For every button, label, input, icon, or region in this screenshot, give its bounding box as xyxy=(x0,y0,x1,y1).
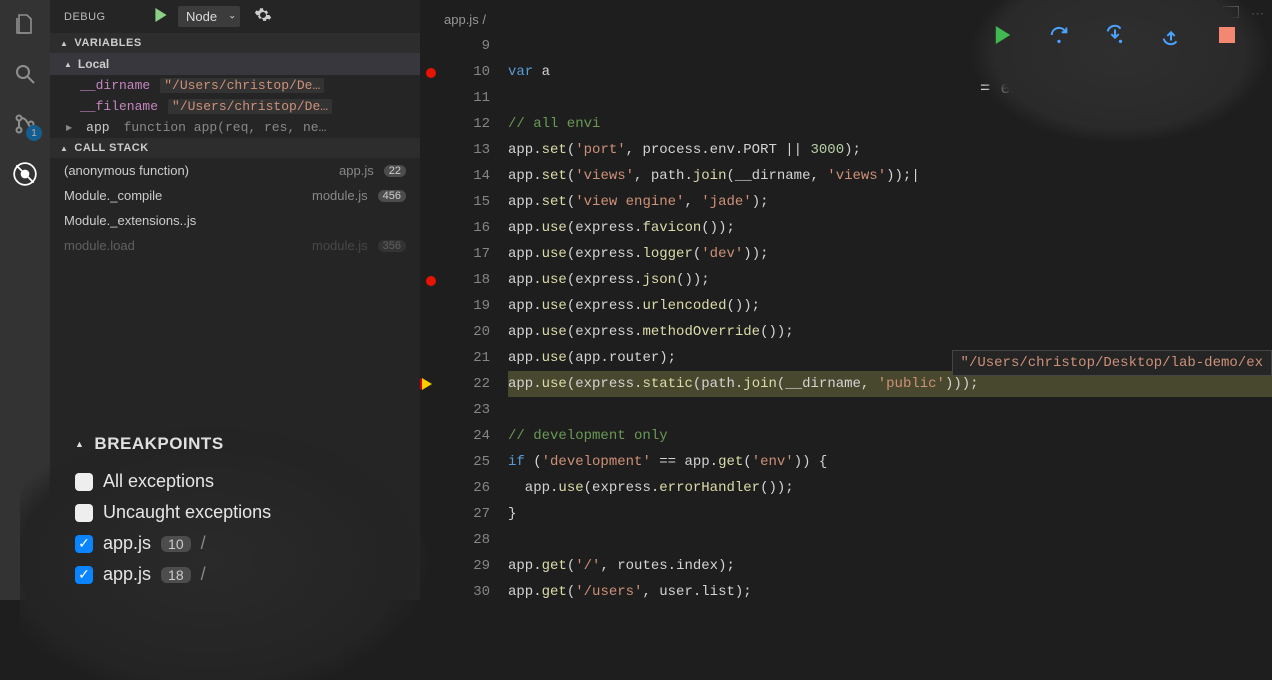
tab-app-js[interactable]: app.js / xyxy=(440,6,490,33)
debug-icon[interactable] xyxy=(11,160,39,188)
debug-title: DEBUG xyxy=(64,11,144,23)
debug-config-select[interactable]: Node xyxy=(178,6,240,27)
start-debug-button[interactable] xyxy=(154,8,168,25)
checkbox-checked[interactable]: ✓ xyxy=(75,535,93,553)
debug-toolbar xyxy=(960,0,1272,150)
search-icon[interactable] xyxy=(11,60,39,88)
checkbox-checked[interactable]: ✓ xyxy=(75,566,93,584)
var-app[interactable]: ▶ app function app(req, res, ne… xyxy=(50,117,420,138)
variables-section-header[interactable]: ▲VARIABLES xyxy=(50,33,420,53)
callstack-section-header[interactable]: ▲CALL STACK xyxy=(50,138,420,158)
stack-frame-0[interactable]: (anonymous function) app.js 22 xyxy=(50,158,420,183)
debug-header: DEBUG Node xyxy=(50,0,420,33)
stack-frame-2[interactable]: Module._extensions..js xyxy=(50,208,420,233)
gear-icon[interactable] xyxy=(254,6,272,27)
bp-all-exceptions[interactable]: All exceptions xyxy=(75,466,410,497)
git-badge: 1 xyxy=(26,125,42,141)
breakpoints-section-header[interactable]: ▲ BREAKPOINTS xyxy=(75,434,410,454)
bp-app-10[interactable]: ✓ app.js 10 / xyxy=(75,528,410,559)
scope-local[interactable]: ▲Local xyxy=(50,53,420,75)
stop-button[interactable] xyxy=(1214,22,1240,48)
var-filename[interactable]: __filename "/Users/christop/De… xyxy=(50,96,420,117)
breakpoints-panel: ▲ BREAKPOINTS All exceptions Uncaught ex… xyxy=(20,414,440,680)
step-out-button[interactable] xyxy=(1158,22,1184,48)
step-over-button[interactable] xyxy=(1046,22,1072,48)
bp-app-18[interactable]: ✓ app.js 18 / xyxy=(75,559,410,590)
git-icon[interactable]: 1 xyxy=(11,110,39,138)
explorer-icon[interactable] xyxy=(11,10,39,38)
checkbox-unchecked[interactable] xyxy=(75,473,93,491)
hover-tooltip: "/Users/christop/Desktop/lab-demo/ex xyxy=(952,350,1272,376)
checkbox-unchecked[interactable] xyxy=(75,504,93,522)
var-dirname[interactable]: __dirname "/Users/christop/De… xyxy=(50,75,420,96)
stack-frame-3[interactable]: module.load module.js 356 xyxy=(50,233,420,258)
continue-button[interactable] xyxy=(990,22,1016,48)
editor-pane: app.js / ⋯ 91011121314151617181920212223… xyxy=(420,0,1272,600)
debug-sidebar: DEBUG Node ▲VARIABLES ▲Local __dirname "… xyxy=(50,0,420,600)
stack-frame-1[interactable]: Module._compile module.js 456 xyxy=(50,183,420,208)
step-into-button[interactable] xyxy=(1102,22,1128,48)
bp-uncaught-exceptions[interactable]: Uncaught exceptions xyxy=(75,497,410,528)
